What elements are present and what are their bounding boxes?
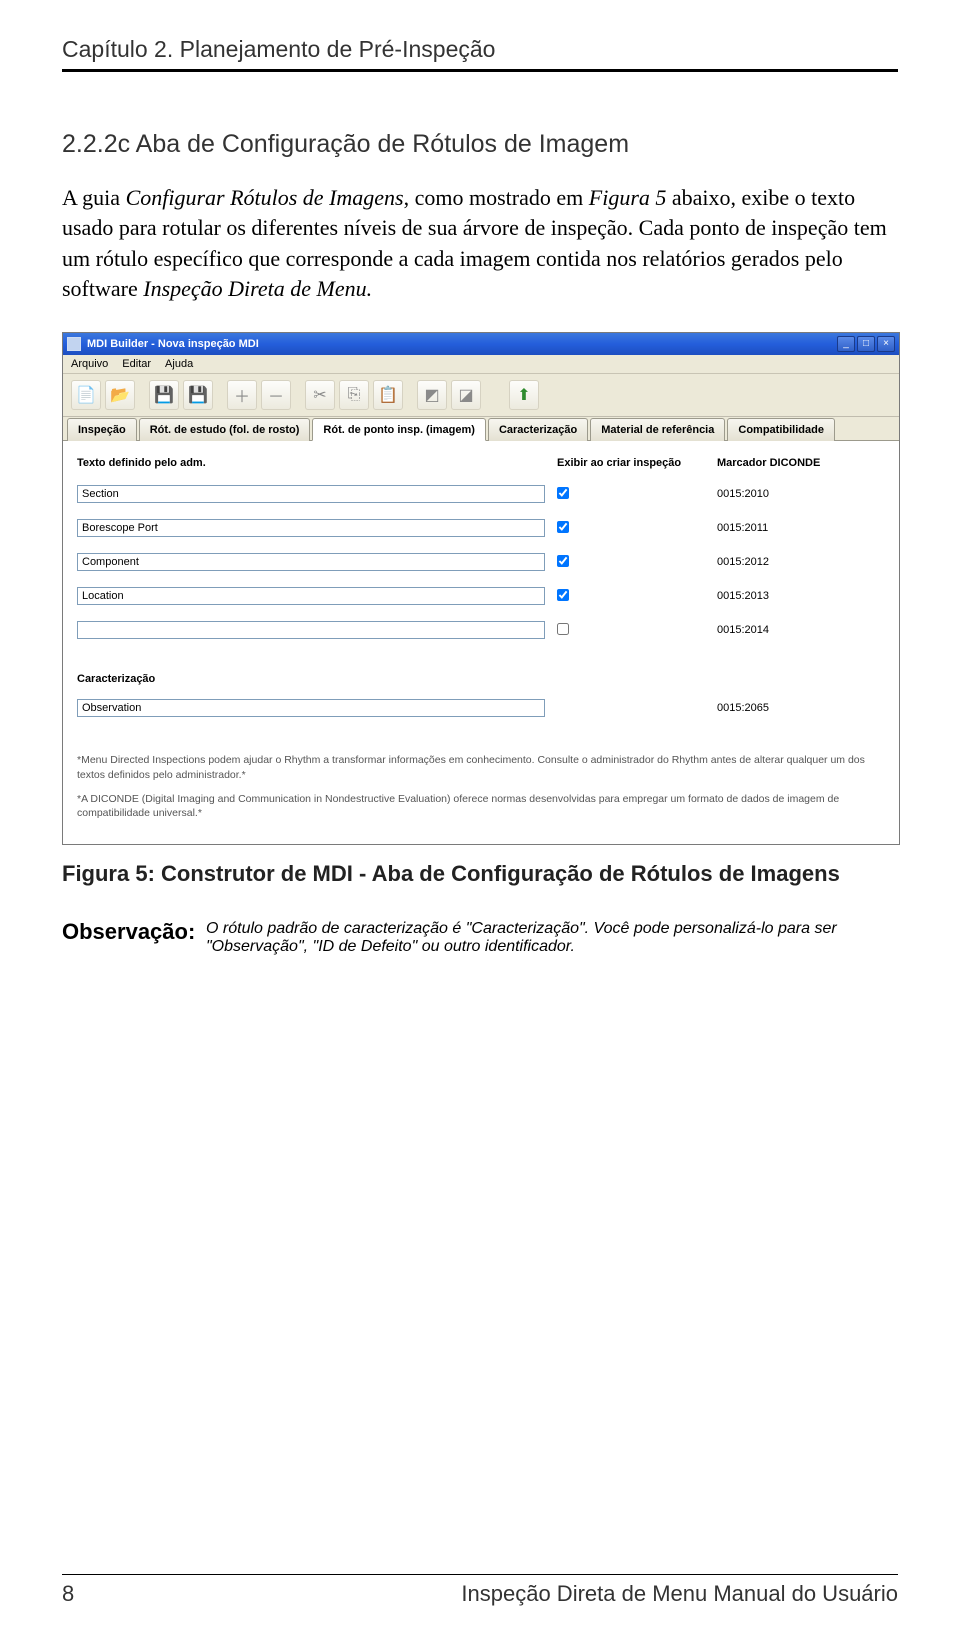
para-mid: , como mostrado em [404,185,589,210]
tab-inspecao[interactable]: Inspeção [67,418,137,441]
chapter-rule [62,69,898,72]
window-title: MDI Builder - Nova inspeção MDI [87,338,837,350]
label-row: 0015:2014 [77,621,885,639]
close-button[interactable]: × [877,336,895,352]
intro-paragraph: A guia Configurar Rótulos de Imagens, co… [62,183,898,304]
characterization-heading: Caracterização [77,673,885,685]
cut-icon[interactable]: ✂ [305,380,335,410]
tool-icon-2[interactable]: ◪ [451,380,481,410]
minimize-button[interactable]: _ [837,336,855,352]
label-input-4[interactable] [77,587,545,605]
show-checkbox-3[interactable] [557,555,569,567]
menu-edit[interactable]: Editar [122,358,151,370]
para-lead: A guia [62,185,126,210]
diconde-2: 0015:2011 [717,522,885,534]
show-checkbox-2[interactable] [557,521,569,533]
observation-body: O rótulo padrão de caracterização é "Car… [206,920,898,956]
menu-file[interactable]: Arquivo [71,358,108,370]
toolbar: 📄 📂 💾 💾 ＋ － ✂ ⎘ 📋 ◩ ◪ ⬆ [63,374,899,417]
diconde-5: 0015:2014 [717,624,885,636]
tab-material-referencia[interactable]: Material de referência [590,418,725,441]
label-input-3[interactable] [77,553,545,571]
panel-footnotes: *Menu Directed Inspections podem ajudar … [77,753,885,820]
show-checkbox-1[interactable] [557,487,569,499]
label-row: 0015:2011 [77,519,885,537]
footnote-1: *Menu Directed Inspections podem ajudar … [77,753,885,781]
chapter-header: Capítulo 2. Planejamento de Pré-Inspeção [62,36,898,69]
show-checkbox-5[interactable] [557,623,569,635]
tab-rot-ponto-insp[interactable]: Rót. de ponto insp. (imagem) [312,418,486,441]
label-input-1[interactable] [77,485,545,503]
label-input-2[interactable] [77,519,545,537]
label-row: 0015:2010 [77,485,885,503]
characterization-input[interactable] [77,699,545,717]
column-headers: Texto definido pelo adm. Exibir ao criar… [77,457,885,469]
window-titlebar: MDI Builder - Nova inspeção MDI _ □ × [63,333,899,355]
characterization-row: 0015:2065 [77,699,885,717]
tool-icon-1[interactable]: ◩ [417,380,447,410]
footnote-2: *A DICONDE (Digital Imaging and Communic… [77,792,885,820]
characterization-diconde: 0015:2065 [717,702,885,714]
observation-label: Observação: [62,919,195,944]
menu-bar: Arquivo Editar Ajuda [63,355,899,374]
page-number: 8 [62,1581,74,1607]
maximize-button[interactable]: □ [857,336,875,352]
tab-caracterizacao[interactable]: Caracterização [488,418,588,441]
save-icon[interactable]: 💾 [149,380,179,410]
section-heading: 2.2.2c Aba de Configuração de Rótulos de… [62,130,898,159]
paste-icon[interactable]: 📋 [373,380,403,410]
label-row: 0015:2012 [77,553,885,571]
save-as-icon[interactable]: 💾 [183,380,213,410]
diconde-1: 0015:2010 [717,488,885,500]
open-icon[interactable]: 📂 [105,380,135,410]
tab-panel: Texto definido pelo adm. Exibir ao criar… [63,441,899,844]
para-italic-1: Configurar Rótulos de Imagens [126,185,404,210]
page-footer: 8 Inspeção Direta de Menu Manual do Usuá… [62,1574,898,1607]
doc-title-footer: Inspeção Direta de Menu Manual do Usuári… [461,1581,898,1607]
tab-strip: Inspeção Rót. de estudo (fol. de rosto) … [63,417,899,441]
minus-icon[interactable]: － [261,380,291,410]
para-italic-3: Inspeção Direta de Menu. [143,276,372,301]
figure-caption: Figura 5: Construtor de MDI - Aba de Con… [62,861,898,887]
window-controls: _ □ × [837,336,895,352]
label-input-5[interactable] [77,621,545,639]
new-icon[interactable]: 📄 [71,380,101,410]
tab-rot-estudo[interactable]: Rót. de estudo (fol. de rosto) [139,418,311,441]
col-header-text: Texto definido pelo adm. [77,457,557,469]
plus-icon[interactable]: ＋ [227,380,257,410]
diconde-3: 0015:2012 [717,556,885,568]
show-checkbox-4[interactable] [557,589,569,601]
col-header-diconde: Marcador DICONDE [717,457,885,469]
tab-compatibilidade[interactable]: Compatibilidade [727,418,835,441]
app-icon [67,337,81,351]
export-icon[interactable]: ⬆ [509,380,539,410]
copy-icon[interactable]: ⎘ [339,380,369,410]
col-header-show: Exibir ao criar inspeção [557,457,717,469]
observation-block: Observação: O rótulo padrão de caracteri… [62,917,898,956]
diconde-4: 0015:2013 [717,590,885,602]
para-italic-2: Figura 5 [589,185,667,210]
label-row: 0015:2013 [77,587,885,605]
app-window: MDI Builder - Nova inspeção MDI _ □ × Ar… [62,332,900,845]
menu-help[interactable]: Ajuda [165,358,193,370]
